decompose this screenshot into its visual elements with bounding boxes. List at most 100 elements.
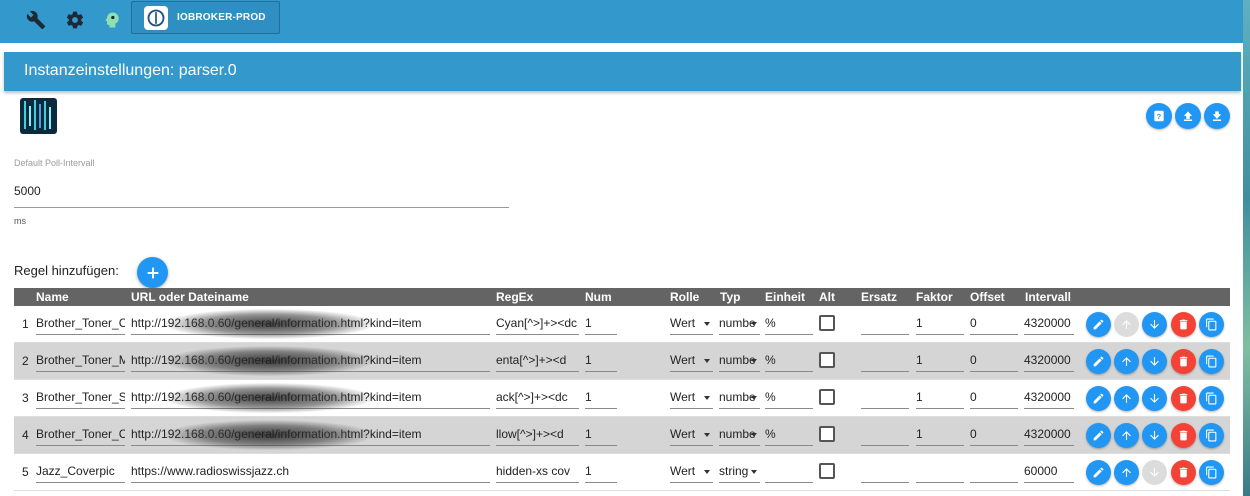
url-input[interactable]: http://192.168.0.60/general/information.… <box>131 389 490 409</box>
side-strip <box>1243 0 1250 496</box>
download-icon[interactable] <box>1204 103 1230 129</box>
interval-input[interactable]: 60000 <box>1024 463 1074 483</box>
replace-input[interactable] <box>861 352 909 372</box>
role-select[interactable]: Wert <box>670 463 713 483</box>
copy-icon[interactable] <box>1199 386 1224 411</box>
type-select[interactable]: numbe <box>719 315 760 335</box>
regex-input[interactable]: hidden-xs cov <box>496 463 579 483</box>
url-input[interactable]: http://192.168.0.60/general/information.… <box>131 426 490 446</box>
move-up-icon[interactable] <box>1114 312 1139 337</box>
offset-input[interactable] <box>970 463 1018 483</box>
replace-input[interactable] <box>861 426 909 446</box>
offset-input[interactable]: 0 <box>970 426 1018 446</box>
move-up-icon[interactable] <box>1114 423 1139 448</box>
alt-checkbox[interactable] <box>819 315 835 331</box>
unit-input[interactable]: % <box>765 426 813 446</box>
interval-input[interactable]: 4320000 <box>1024 389 1074 409</box>
head-icon[interactable] <box>100 8 124 32</box>
help-icon[interactable]: ? <box>1146 103 1172 129</box>
url-input[interactable]: https://www.radioswissjazz.ch <box>131 463 490 483</box>
num-input[interactable]: 1 <box>585 463 617 483</box>
upload-icon[interactable] <box>1175 103 1201 129</box>
name-input[interactable]: Brother_Toner_C <box>36 426 125 446</box>
type-select[interactable]: numbe <box>719 389 760 409</box>
offset-input[interactable]: 0 <box>970 352 1018 372</box>
edit-icon[interactable] <box>1086 386 1111 411</box>
move-down-icon[interactable] <box>1142 386 1167 411</box>
interval-input[interactable]: 4320000 <box>1024 315 1074 335</box>
offset-input[interactable]: 0 <box>970 389 1018 409</box>
delete-icon[interactable] <box>1171 460 1196 485</box>
edit-icon[interactable] <box>1086 349 1111 374</box>
num-input[interactable]: 1 <box>585 315 617 335</box>
unit-input[interactable] <box>765 463 813 483</box>
edit-icon[interactable] <box>1086 312 1111 337</box>
alt-checkbox[interactable] <box>819 463 835 479</box>
alt-checkbox[interactable] <box>819 426 835 442</box>
name-input[interactable]: Brother_Toner_C <box>36 315 125 335</box>
move-up-icon[interactable] <box>1114 349 1139 374</box>
num-input[interactable]: 1 <box>585 389 617 409</box>
replace-input[interactable] <box>861 463 909 483</box>
role-select[interactable]: Wert <box>670 352 713 372</box>
role-select[interactable]: Wert <box>670 426 713 446</box>
delete-icon[interactable] <box>1171 349 1196 374</box>
regex-input[interactable]: Cyan[^>]+><dc <box>496 315 579 335</box>
move-down-icon[interactable] <box>1142 460 1167 485</box>
regex-input[interactable]: enta[^>]+><d <box>496 352 579 372</box>
alt-checkbox[interactable] <box>819 389 835 405</box>
role-select[interactable]: Wert <box>670 315 713 335</box>
edit-icon[interactable] <box>1086 423 1111 448</box>
type-select[interactable]: numbe <box>719 426 760 446</box>
panel-header: Instanzeinstellungen: parser.0 <box>4 52 1241 91</box>
wrench-icon[interactable] <box>24 8 48 32</box>
role-select[interactable]: Wert <box>670 389 713 409</box>
move-down-icon[interactable] <box>1142 423 1167 448</box>
move-down-icon[interactable] <box>1142 312 1167 337</box>
unit-input[interactable]: % <box>765 352 813 372</box>
replace-input[interactable] <box>861 315 909 335</box>
copy-icon[interactable] <box>1199 423 1224 448</box>
poll-interval-input[interactable]: 5000 <box>14 184 41 198</box>
copy-icon[interactable] <box>1199 460 1224 485</box>
name-input[interactable]: Brother_Toner_S <box>36 389 125 409</box>
url-input[interactable]: http://192.168.0.60/general/information.… <box>131 315 490 335</box>
delete-icon[interactable] <box>1171 312 1196 337</box>
factor-input[interactable]: 1 <box>916 352 964 372</box>
regex-input[interactable]: llow[^>]+><d <box>496 426 579 446</box>
regex-input[interactable]: ack[^>]+><dc <box>496 389 579 409</box>
num-input[interactable]: 1 <box>585 426 617 446</box>
name-input[interactable]: Jazz_Coverpic <box>36 463 125 483</box>
move-up-icon[interactable] <box>1114 460 1139 485</box>
gear-icon[interactable] <box>63 8 87 32</box>
move-down-icon[interactable] <box>1142 349 1167 374</box>
interval-input[interactable]: 4320000 <box>1024 352 1074 372</box>
type-select[interactable]: string <box>719 463 760 483</box>
offset-input[interactable]: 0 <box>970 315 1018 335</box>
unit-input[interactable]: % <box>765 389 813 409</box>
delete-icon[interactable] <box>1171 386 1196 411</box>
copy-icon[interactable] <box>1199 312 1224 337</box>
edit-icon[interactable] <box>1086 460 1111 485</box>
add-rule-button[interactable] <box>137 257 168 288</box>
host-button[interactable]: IOBROKER-PROD <box>131 1 280 34</box>
move-up-icon[interactable] <box>1114 386 1139 411</box>
factor-input[interactable]: 1 <box>916 426 964 446</box>
row-index: 2 <box>22 354 29 368</box>
col-replace: Ersatz <box>861 290 898 304</box>
factor-input[interactable]: 1 <box>916 315 964 335</box>
factor-input[interactable]: 1 <box>916 389 964 409</box>
unit-input[interactable]: % <box>765 315 813 335</box>
interval-input[interactable]: 4320000 <box>1024 426 1074 446</box>
name-input[interactable]: Brother_Toner_M <box>36 352 125 372</box>
col-factor: Faktor <box>916 290 953 304</box>
delete-icon[interactable] <box>1171 423 1196 448</box>
factor-input[interactable] <box>916 463 964 483</box>
alt-checkbox[interactable] <box>819 352 835 368</box>
num-input[interactable]: 1 <box>585 352 617 372</box>
url-input[interactable]: http://192.168.0.60/general/information.… <box>131 352 490 372</box>
copy-icon[interactable] <box>1199 349 1224 374</box>
replace-input[interactable] <box>861 389 909 409</box>
col-name: Name <box>36 290 69 304</box>
type-select[interactable]: numbe <box>719 352 760 372</box>
